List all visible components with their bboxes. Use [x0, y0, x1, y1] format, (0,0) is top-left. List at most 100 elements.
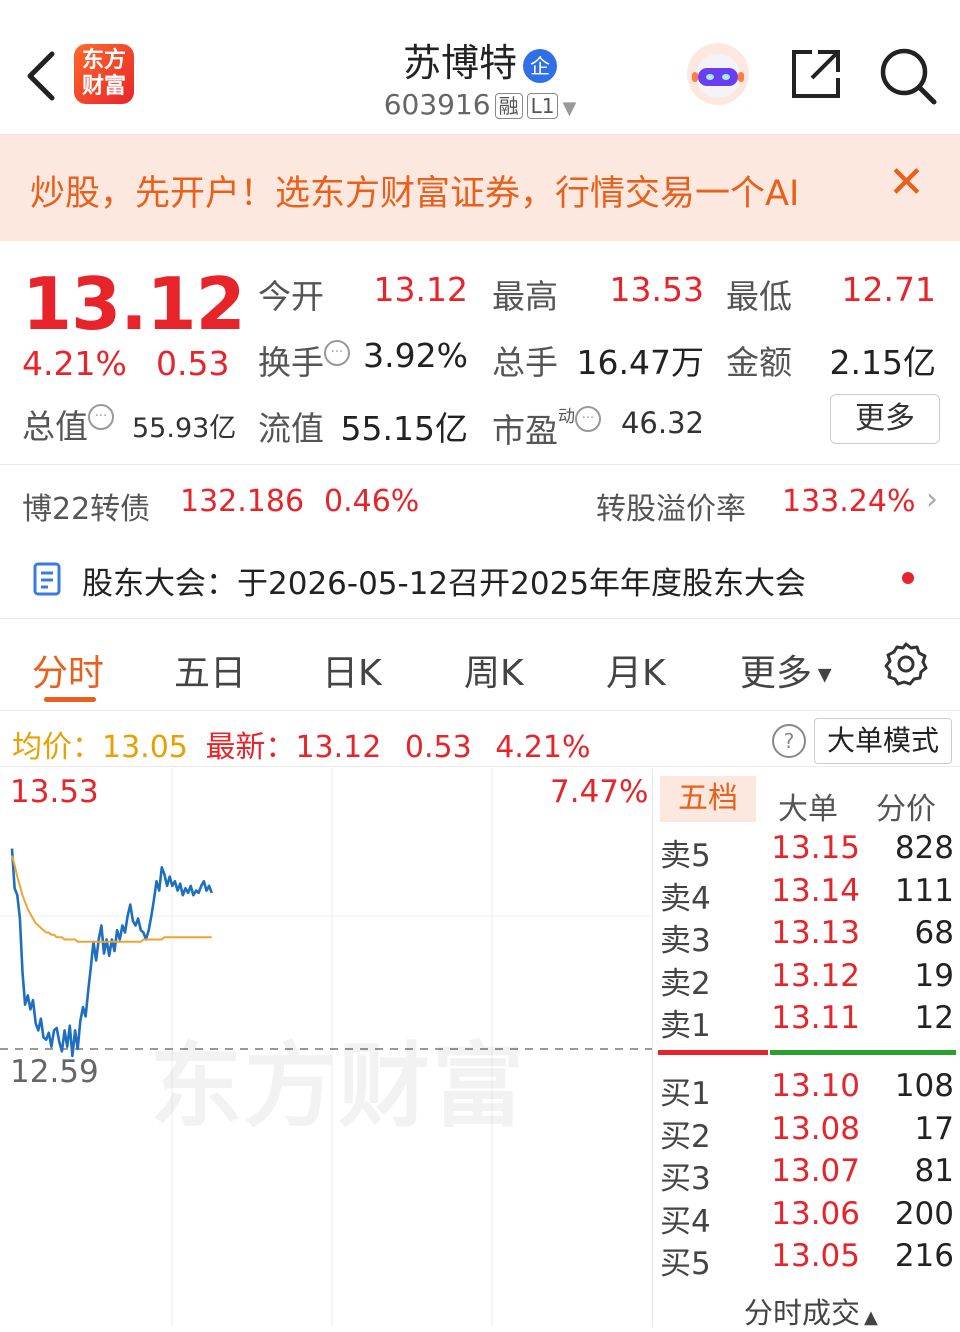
buy-level-price: 13.10 [771, 1068, 860, 1104]
pe-dynamic-mark: 动 [558, 407, 575, 427]
more-quote-button[interactable]: 更多 [830, 394, 940, 444]
tick-trades-toggle[interactable]: 分时成交 ▲ [744, 1290, 878, 1332]
divider [0, 710, 960, 711]
pe-value: 46.32 [620, 406, 704, 440]
y-top-label: 13.53 [10, 774, 99, 810]
sell-level-vol: 828 [894, 830, 954, 866]
divider [0, 766, 960, 767]
divider [0, 464, 960, 465]
latest-change: 0.53 [404, 730, 472, 765]
settings-gear-icon[interactable] [882, 640, 930, 688]
tab-weekly-k[interactable]: 周K [464, 644, 524, 696]
close-icon[interactable]: ✕ [888, 161, 925, 205]
help-icon[interactable]: ? [772, 724, 806, 758]
buy-level-label: 买3 [660, 1161, 711, 1198]
mktcap-label[interactable]: 总值 ··· [22, 400, 114, 448]
volume-value: 16.47万 [576, 343, 704, 382]
float-value: 55.15亿 [340, 409, 468, 448]
latest-label: 最新： [205, 730, 296, 765]
buy-level-label: 买5 [660, 1246, 711, 1283]
convertible-bond-row[interactable]: 博22转债 132.186 0.46% 转股溢价率 133.24% › [0, 470, 960, 530]
document-icon [32, 562, 66, 600]
promo-banner[interactable]: 炒股，先开户！选东方财富证券，行情交易一个AI ✕ [0, 135, 960, 241]
pe-label-text: 市盈 [492, 411, 558, 450]
sell-level-vol: 12 [914, 1000, 954, 1037]
active-tab-indicator [44, 697, 96, 702]
buy-level-row[interactable]: 买2 13.08 17 [660, 1110, 956, 1155]
stock-name: 苏博特 [402, 41, 517, 85]
bond-name: 博22转债 [22, 492, 151, 527]
buy-level-row[interactable]: 买5 13.05 216 [660, 1238, 956, 1283]
intraday-chart[interactable]: 东方财富 13.53 7.47% 12.59 [0, 768, 652, 1327]
unread-dot [902, 572, 914, 584]
sell-level-row[interactable]: 卖3 13.13 68 [660, 915, 956, 959]
info-icon[interactable]: ··· [324, 340, 350, 366]
buy-level-label: 买2 [660, 1118, 711, 1155]
buy-level-row[interactable]: 买3 13.07 81 [660, 1153, 956, 1198]
caret-down-icon: ▼ [562, 98, 577, 119]
tick-trades-label: 分时成交 [744, 1296, 861, 1330]
tab-monthly-k[interactable]: 月K [606, 644, 666, 696]
mktcap-label-text: 总值 [22, 407, 88, 446]
open-label: 今开 [258, 277, 324, 316]
info-icon[interactable]: ··· [88, 404, 114, 430]
volume-label: 总手 [492, 343, 558, 382]
caret-down-icon: ▼ [812, 664, 832, 686]
avg-value: 13.05 [102, 730, 188, 765]
sell-level-row[interactable]: 卖5 13.15 828 [660, 830, 956, 874]
sell-ratio-bar [658, 1050, 768, 1055]
turnover-label-text: 换手 [258, 343, 324, 382]
search-icon[interactable] [878, 46, 938, 106]
amount-label: 金额 [726, 343, 792, 382]
share-icon[interactable] [788, 46, 844, 102]
right-top-pct: 7.47% [550, 774, 649, 810]
big-order-mode-button[interactable]: 大单模式 [814, 718, 952, 764]
sell-level-label: 卖5 [660, 838, 711, 874]
float-label: 流值 [258, 409, 324, 448]
tab-five-day[interactable]: 五日 [174, 644, 246, 696]
pe-label[interactable]: 市盈动 ··· [492, 402, 601, 452]
bid-ask-ratio-bar [658, 1050, 956, 1055]
tab-five-levels[interactable]: 五档 [660, 776, 756, 822]
buy-level-row[interactable]: 买4 13.06 200 [660, 1196, 956, 1240]
notice-row[interactable]: 股东大会：于2026-05-12召开2025年年度股东大会 [0, 544, 960, 610]
turnover-label[interactable]: 换手 ··· [258, 336, 350, 384]
tab-big-orders[interactable]: 大单 [778, 784, 838, 828]
sell-level-vol: 19 [914, 957, 954, 994]
top-bar: 东方财富 苏博特企 603916 融 L1 ▼ [0, 0, 960, 135]
premium-label: 转股溢价率 [596, 492, 746, 527]
watermark: 东方财富 [150, 1033, 527, 1140]
buy-level-row[interactable]: 买1 13.10 108 [660, 1068, 956, 1112]
buy-ratio-bar [770, 1050, 956, 1055]
sell-level-row[interactable]: 卖1 13.11 12 [660, 1000, 956, 1044]
sell-level-row[interactable]: 卖2 13.12 19 [660, 957, 956, 1002]
change-percent: 4.21% [22, 344, 127, 383]
tab-daily-k[interactable]: 日K [322, 644, 382, 696]
latest-value: 13.12 [295, 730, 382, 765]
robot-assistant-icon[interactable] [686, 42, 750, 106]
turnover-value: 3.92% [363, 336, 468, 375]
buy-level-label: 买4 [660, 1203, 711, 1240]
tab-intraday[interactable]: 分时 [32, 644, 104, 696]
stock-code: 603916 [383, 88, 491, 121]
sell-level-row[interactable]: 卖4 13.14 111 [660, 872, 956, 917]
info-icon[interactable]: ··· [575, 406, 601, 432]
sell-level-price: 13.11 [771, 1000, 860, 1037]
tab-more[interactable]: 更多 ▼ [740, 644, 832, 696]
latest-pct: 4.21% [495, 730, 591, 765]
sell-level-label: 卖2 [660, 965, 711, 1002]
tab-more-label: 更多 [740, 653, 813, 694]
sell-level-price: 13.14 [771, 872, 860, 909]
chart-header: 均价：13.05 最新：13.12 0.53 4.21% [12, 722, 591, 766]
sell-level-price: 13.13 [771, 915, 860, 952]
avg-label: 均价： [12, 730, 102, 765]
buy-level-price: 13.05 [771, 1238, 860, 1275]
bond-price: 132.186 [180, 484, 305, 519]
promo-text[interactable]: 炒股，先开户！选东方财富证券，行情交易一个AI [30, 165, 860, 216]
y-mid-label: 12.59 [10, 1054, 99, 1090]
bond-change: 0.46% [324, 484, 420, 519]
tab-price-distribution[interactable]: 分价 [876, 784, 936, 828]
buy-level-vol: 81 [914, 1153, 954, 1190]
low-value: 12.71 [841, 270, 936, 309]
buy-level-vol: 17 [914, 1110, 954, 1147]
